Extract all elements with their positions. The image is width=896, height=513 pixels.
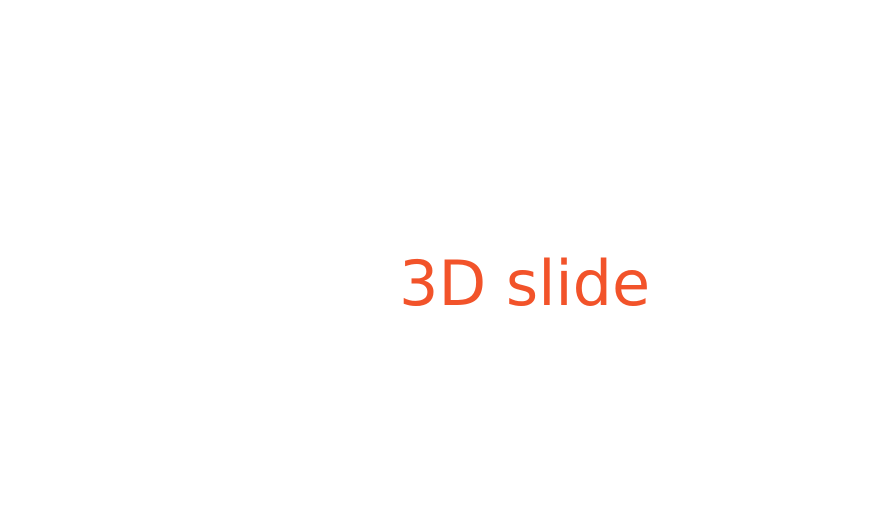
slide-canvas: 3D slide xyxy=(0,0,896,513)
slide-title: 3D slide xyxy=(399,247,651,320)
